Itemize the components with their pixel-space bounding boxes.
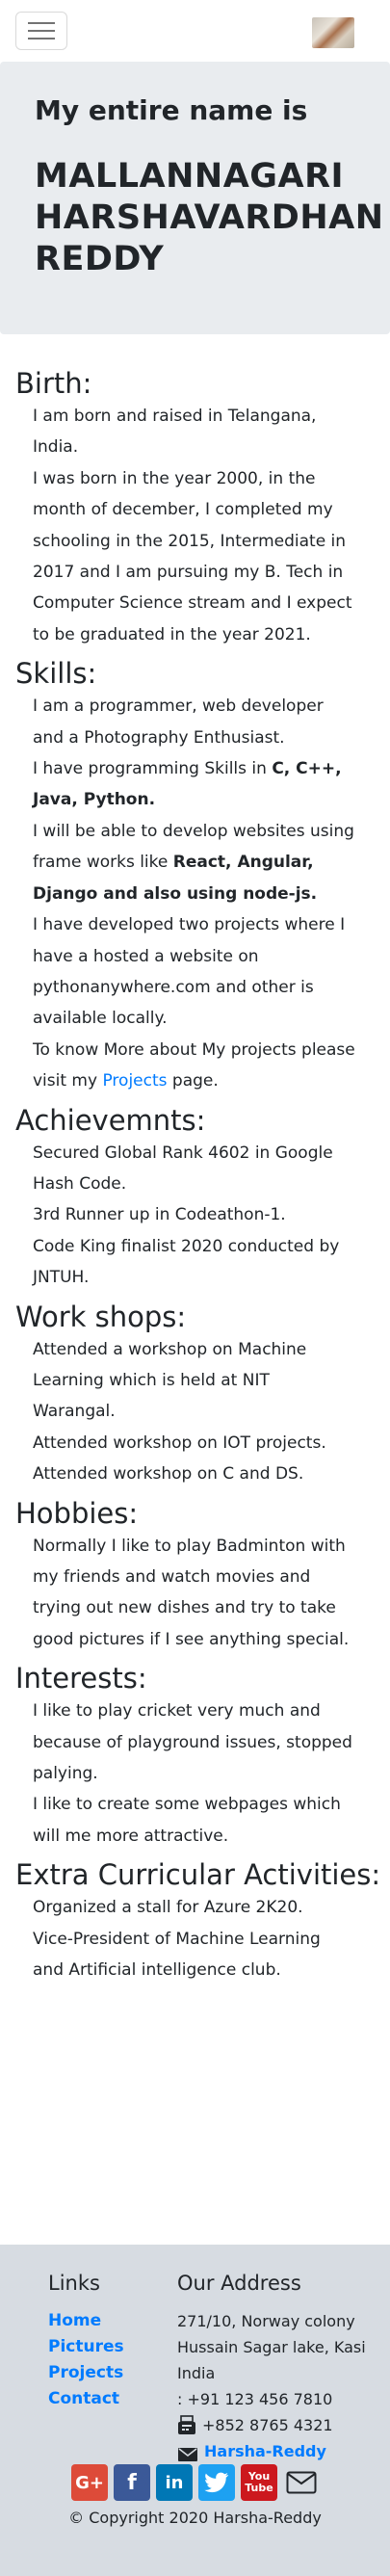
address-line: Hussain Sagar lake, Kasi: [177, 2338, 366, 2356]
interests-section: Interests: I like to play cricket very m…: [0, 1661, 390, 1852]
profile-avatar[interactable]: [312, 17, 354, 48]
mail-icon[interactable]: [283, 2464, 320, 2501]
facebook-icon[interactable]: f: [114, 2464, 150, 2501]
footer-links: Home Pictures Projects Contact: [48, 2308, 124, 2412]
twitter-icon[interactable]: [198, 2464, 235, 2501]
interest-line: I like to play cricket very much and bec…: [33, 1701, 352, 1784]
menu-bar: [28, 30, 55, 32]
skills-text: I have programming Skills in: [33, 759, 273, 779]
workshops-section: Work shops: Attended a workshop on Machi…: [0, 1300, 390, 1490]
navbar: [0, 0, 390, 62]
envelope-icon: [177, 2444, 198, 2461]
hobbies-section: Hobbies: Normally I like to play Badmint…: [0, 1496, 390, 1656]
address-line: India: [177, 2364, 216, 2382]
linkedin-icon[interactable]: in: [156, 2464, 193, 2501]
main-content: Birth: I am born and raised in Telangana…: [0, 366, 390, 1985]
footer-links-title: Links: [48, 2272, 100, 2295]
skills-line: I will be able to develop websites using…: [33, 816, 356, 909]
activity-line: Organized a stall for Azure 2K20.: [33, 1898, 303, 1918]
birth-section: Birth: I am born and raised in Telangana…: [0, 366, 390, 650]
interest-line: I like to create some webpages which wil…: [33, 1795, 341, 1846]
footer-link-home[interactable]: Home: [48, 2308, 124, 2334]
section-title: Birth:: [15, 367, 92, 400]
section-title: Hobbies:: [15, 1496, 139, 1530]
workshop-line: Attended workshop on C and DS.: [33, 1464, 304, 1485]
fax-line: +852 8765 4321: [177, 2412, 379, 2438]
section-title: Work shops:: [15, 1300, 187, 1333]
workshop-line: Attended workshop on IOT projects.: [33, 1433, 326, 1453]
jumbotron: My entire name is MALLANNAGARI HARSHAVAR…: [0, 62, 390, 334]
menu-bar: [28, 22, 55, 24]
achievements-section: Achievemnts: Secured Global Rank 4602 in…: [0, 1103, 390, 1294]
projects-link[interactable]: Projects: [102, 1071, 167, 1091]
section-title: Skills:: [15, 657, 97, 691]
section-title: Achievemnts:: [15, 1103, 206, 1137]
footer-link-contact[interactable]: Contact: [48, 2386, 124, 2412]
section-title: Interests:: [15, 1662, 147, 1695]
birth-line: I was born in the year 2000, in the mont…: [33, 468, 352, 644]
copyright: © Copyright 2020 Harsha-Reddy: [68, 2509, 322, 2527]
section-title: Extra Curricular Activities:: [15, 1858, 381, 1892]
phone-number: : +91 123 456 7810: [177, 2390, 333, 2408]
achievement-line: Code King finalist 2020 conducted by JNT…: [33, 1236, 340, 1288]
achievement-line: 3rd Runner up in Codeathon-1.: [33, 1205, 286, 1225]
fax-number: +852 8765 4321: [202, 2416, 333, 2434]
skills-line: I have developed two projects where I ha…: [33, 915, 346, 1029]
footer-address-title: Our Address: [177, 2272, 301, 2295]
achievement-line: Secured Global Rank 4602 in Google Hash …: [33, 1143, 333, 1194]
youtube-icon[interactable]: You Tube: [241, 2464, 277, 2501]
full-name: MALLANNAGARI HARSHAVARDHAN REDDY: [35, 157, 384, 278]
footer-address: 271/10, Norway colony Hussain Sagar lake…: [177, 2308, 379, 2464]
hobby-line: Normally I like to play Badminton with m…: [33, 1536, 350, 1649]
social-buttons: G+ f in You Tube: [71, 2464, 320, 2501]
footer-link-pictures[interactable]: Pictures: [48, 2334, 124, 2360]
phone-line: : +91 123 456 7810: [177, 2386, 379, 2412]
google-plus-icon[interactable]: G+: [71, 2464, 108, 2501]
workshop-line: Attended a workshop on Machine Learning …: [33, 1339, 307, 1422]
activity-line: Vice-President of Machine Learning and A…: [33, 1929, 321, 1981]
skills-line: To know More about My projects please vi…: [33, 1035, 356, 1097]
skills-line: I have programming Skills in C, C++, Jav…: [33, 753, 356, 816]
footer-link-projects[interactable]: Projects: [48, 2360, 124, 2386]
email-link[interactable]: Harsha-Reddy: [204, 2438, 326, 2464]
skills-text: page.: [167, 1071, 219, 1091]
menu-bar: [28, 38, 55, 39]
skills-section: Skills: I am a programmer, web developer…: [0, 656, 390, 1096]
hamburger-menu-icon[interactable]: [15, 12, 67, 50]
jumbotron-intro: My entire name is: [35, 94, 308, 126]
fax-icon: [177, 2414, 196, 2436]
email-line: Harsha-Reddy: [177, 2438, 379, 2464]
address-line: 271/10, Norway colony: [177, 2312, 355, 2330]
birth-line: I am born and raised in Telangana, India…: [33, 407, 317, 458]
extracurricular-section: Extra Curricular Activities: Organized a…: [0, 1857, 390, 1985]
footer: Links Home Pictures Projects Contact Our…: [0, 2245, 390, 2576]
skills-line: I am a programmer, web developer and a P…: [33, 697, 324, 748]
